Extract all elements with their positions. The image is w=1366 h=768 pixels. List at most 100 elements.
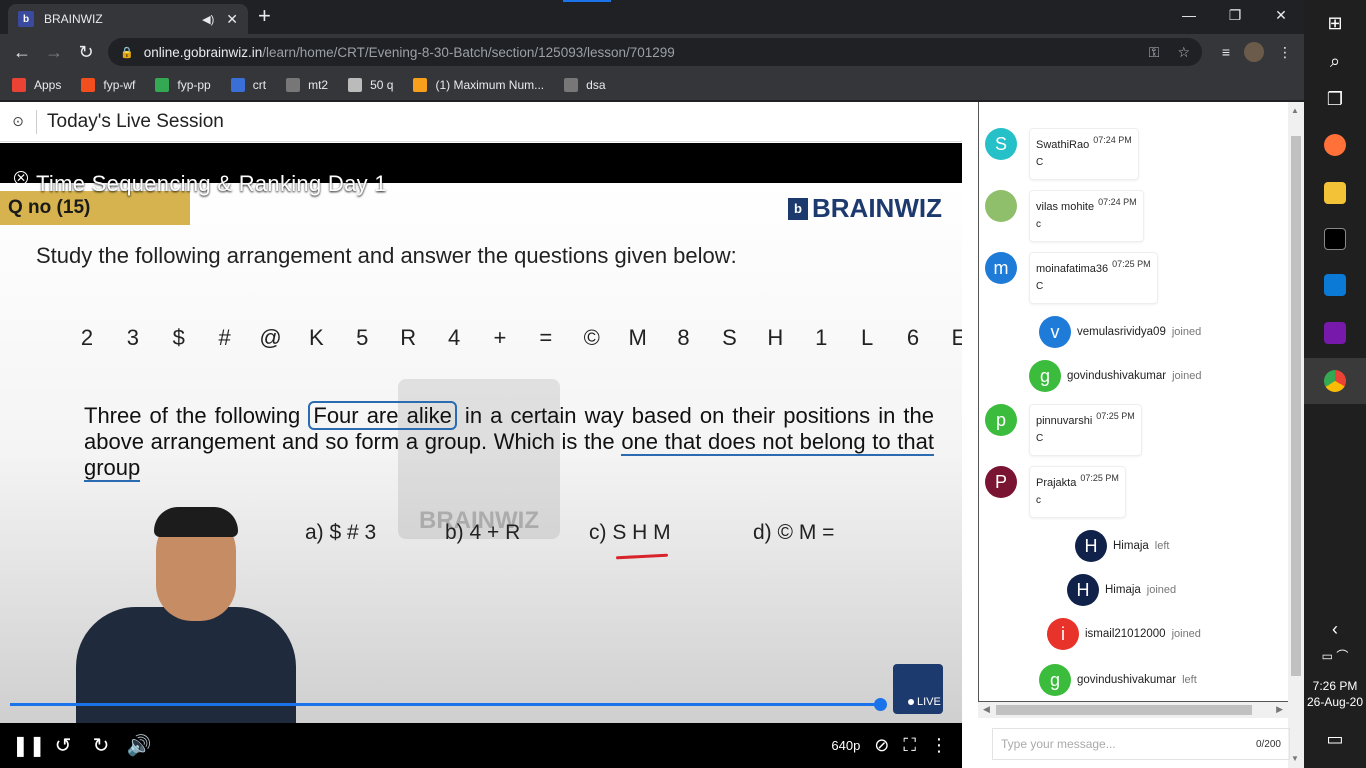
avatar: m [985, 252, 1017, 284]
back-button[interactable]: ← [6, 42, 38, 63]
clock[interactable]: 7:26 PM 26-Aug-20 [1304, 678, 1366, 710]
message-time: 07:25 PM [1096, 411, 1135, 421]
menu-icon[interactable]: ⋮ [1278, 44, 1292, 61]
leetcode-icon [413, 78, 428, 92]
message-time: 07:24 PM [1093, 135, 1132, 145]
chat-message: P Prajakta 07:25 PM c [985, 466, 1126, 518]
battery-wifi-icon[interactable]: ▭ ⌒ [1304, 632, 1366, 678]
bookmark-4[interactable]: mt2 [286, 78, 328, 92]
chat-message: S SwathiRao 07:24 PM C [985, 128, 1139, 180]
image-icon [155, 78, 170, 92]
sequence-item: 5 [356, 325, 369, 350]
chat-message-input[interactable]: Type your message... 0/200 [992, 728, 1290, 760]
tab-strip: b BRAINWIZ ◀) ✕ + — ❐ ✕ [0, 0, 1304, 34]
bookmark-3[interactable]: crt [230, 78, 266, 92]
chat-vertical-scrollbar[interactable]: ▲ ▼ [1288, 102, 1304, 768]
avatar: i [1047, 618, 1079, 650]
close-tab-icon[interactable]: ✕ [226, 11, 238, 28]
chrome-icon[interactable] [1304, 358, 1366, 404]
chat-list[interactable]: S SwathiRao 07:24 PM Cvilas mohite 07:24 PM c… [978, 102, 1288, 702]
hscroll-thumb[interactable] [996, 705, 1252, 715]
bookmark-1[interactable]: fyp-wf [81, 78, 135, 92]
scroll-up-icon[interactable]: ▲ [1291, 106, 1299, 115]
bookmark-label: 50 q [370, 78, 394, 92]
profile-avatar[interactable] [1244, 42, 1264, 62]
message-text: C [1036, 281, 1044, 292]
browser-tab[interactable]: b BRAINWIZ ◀) ✕ [8, 4, 248, 34]
browser-toolbar: ← → ↻ 🔒 online.gobrainwiz.in/learn/home/… [0, 34, 1304, 70]
bookmarks-bar: Apps fyp-wf fyp-pp crt mt2 50 q (1) Maximum Nu… [0, 70, 1304, 100]
address-bar[interactable]: 🔒 online.gobrainwiz.in/learn/home/CRT/Ev… [108, 38, 1202, 66]
message-text: c [1036, 495, 1041, 506]
question-paragraph: Three of the following Four are alike in… [84, 401, 934, 482]
progress-knob[interactable] [874, 698, 887, 711]
task-view-icon[interactable]: ❐ [1304, 76, 1366, 122]
vscroll-thumb[interactable] [1291, 136, 1301, 676]
sequence-item: 2 [80, 325, 94, 350]
bookmark-2[interactable]: fyp-pp [155, 78, 211, 92]
presenter-hair [154, 507, 238, 537]
avatar: S [985, 128, 1017, 160]
forward-button[interactable]: → [38, 42, 70, 63]
onenote-icon[interactable] [1304, 310, 1366, 356]
sequence-item: $ [172, 325, 185, 350]
new-tab-button[interactable]: + [258, 5, 271, 27]
live-label: LIVE [917, 696, 941, 708]
media-control-icon[interactable]: ≡ [1222, 44, 1230, 60]
chat-horizontal-scrollbar[interactable]: ◀ ▶ [978, 702, 1288, 718]
chat-panel: S SwathiRao 07:24 PM Cvilas mohite 07:24 PM c… [962, 102, 1304, 768]
chat-event: H Himaja left [1075, 530, 1169, 562]
event-user: Himaja [1105, 584, 1141, 596]
chat-event: g govindushivakumar left [1039, 664, 1197, 696]
event-action: joined [1171, 326, 1202, 338]
progress-bar[interactable] [10, 703, 880, 706]
rewind-10-icon[interactable]: ↺ [50, 733, 76, 758]
back-circle-icon[interactable]: ⊙ [0, 113, 36, 130]
event-user: ismail21012000 [1085, 628, 1166, 640]
key-icon[interactable]: ⚿ [1149, 44, 1160, 61]
pause-icon[interactable]: ❚❚ [12, 733, 46, 758]
star-icon[interactable]: ☆ [1177, 44, 1190, 61]
bookmark-5[interactable]: 50 q [348, 78, 393, 92]
scroll-down-icon[interactable]: ▼ [1291, 754, 1299, 763]
page-title: Today's Live Session [47, 110, 224, 132]
minimize-button[interactable]: — [1166, 0, 1212, 30]
fullscreen-icon[interactable]: ⛶ [903, 735, 916, 756]
message-text: C [1036, 433, 1044, 444]
tab-accent [563, 0, 611, 2]
message-bubble: SwathiRao 07:24 PM C [1029, 128, 1139, 180]
bookmark-6[interactable]: (1) Maximum Num... [413, 78, 544, 92]
volume-icon[interactable]: 🔊 [126, 733, 152, 758]
bookmark-0[interactable]: Apps [12, 78, 61, 92]
vscode-icon[interactable] [1304, 262, 1366, 308]
chat-message: m moinafatima36 07:25 PM C [985, 252, 1158, 304]
event-user: vemulasrividya09 [1077, 326, 1166, 338]
lock-icon[interactable]: 🔒 [120, 46, 134, 59]
audio-icon[interactable]: ◀) [202, 13, 214, 26]
arrangement-sequence: 2 3 $ # @ K 5 R 4 + = © M 8 S H 1 L 6 E [64, 325, 962, 351]
maximize-button[interactable]: ❐ [1212, 0, 1258, 30]
more-options-icon[interactable]: ⋮ [930, 735, 948, 756]
chat-event: H Himaja joined [1067, 574, 1176, 606]
answer-options: a) $ # 3 b) 4 + R c) S H M d) © M = [305, 521, 865, 551]
scroll-right-icon[interactable]: ▶ [1276, 704, 1283, 715]
close-video-icon[interactable]: ✕ [14, 171, 28, 185]
clock-time: 7:26 PM [1312, 679, 1358, 693]
video-player[interactable]: Q no (15) b BRAINWIZ BRAINWIZ Study the … [0, 143, 962, 768]
close-window-button[interactable]: ✕ [1258, 0, 1304, 30]
quality-selector[interactable]: 640p [831, 738, 860, 753]
captions-off-icon[interactable]: ⊘ [874, 735, 889, 756]
scroll-left-icon[interactable]: ◀ [983, 704, 990, 715]
session-header: ⊙ Today's Live Session [0, 102, 962, 142]
file-explorer-icon[interactable] [1304, 170, 1366, 216]
firefox-icon[interactable] [1304, 122, 1366, 168]
notifications-icon[interactable]: ▭ [1304, 716, 1366, 762]
reload-button[interactable]: ↻ [70, 42, 102, 63]
terminal-icon[interactable] [1304, 216, 1366, 262]
bookmark-7[interactable]: dsa [564, 78, 606, 92]
forward-10-icon[interactable]: ↻ [88, 733, 114, 758]
video-controls: ❚❚ ↺ ↻ 🔊 640p ⊘ ⛶ ⋮ [0, 723, 962, 768]
divider [36, 109, 37, 134]
chat-input-placeholder: Type your message... [1001, 737, 1116, 751]
annotation-underline [615, 553, 669, 560]
